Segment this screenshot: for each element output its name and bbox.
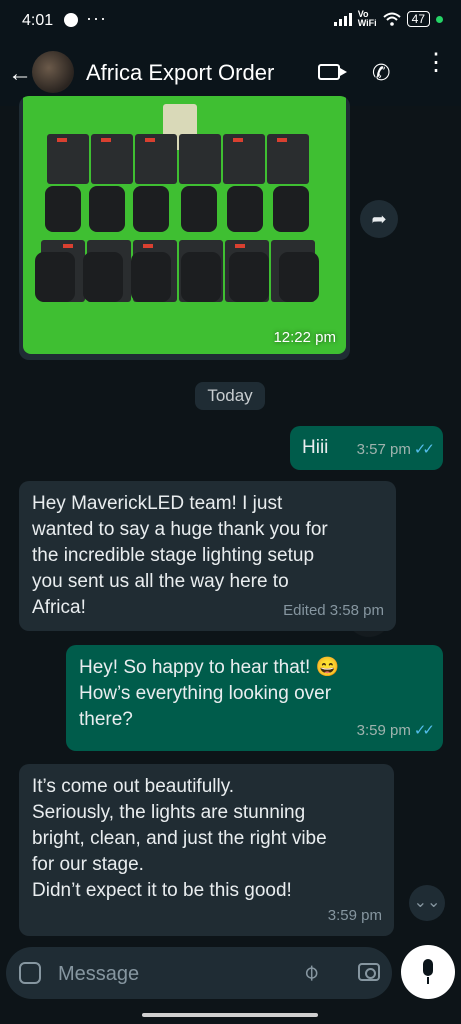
home-indicator[interactable] xyxy=(142,1013,318,1017)
incoming-message[interactable]: Hey MaverickLED team! I just wanted to s… xyxy=(19,481,396,631)
message-input[interactable] xyxy=(56,958,280,990)
emoji-icon[interactable] xyxy=(19,962,41,984)
forward-icon[interactable]: ➦ xyxy=(360,200,398,238)
status-time: 4:01 xyxy=(22,12,54,29)
vowifi-label: Vo WiFi xyxy=(357,9,377,28)
message-composer: ⌀ xyxy=(6,947,392,999)
message-time: 3:59 pm xyxy=(356,722,411,739)
mic-button[interactable] xyxy=(401,945,455,999)
back-arrow-icon[interactable]: ← xyxy=(8,60,32,88)
date-separator: Today xyxy=(195,382,265,410)
voice-call-icon[interactable]: ✆ xyxy=(372,60,390,86)
outgoing-message[interactable]: Hiii 3:57 pm ✓✓ xyxy=(290,426,443,470)
read-ticks-icon: ✓✓ xyxy=(413,722,435,739)
message-meta: 3:59 pm ✓✓ xyxy=(356,718,435,744)
image-message[interactable]: 12:22 pm xyxy=(19,96,350,360)
read-ticks-icon: ✓✓ xyxy=(413,441,435,458)
mic-icon xyxy=(423,959,433,976)
video-call-icon[interactable] xyxy=(318,64,347,80)
message-meta: 3:57 pm ✓✓ xyxy=(356,437,435,463)
message-text: It’s come out beautifully. Seriously, th… xyxy=(32,776,327,901)
menu-icon[interactable]: ⋮ xyxy=(424,51,448,75)
signal-icon xyxy=(333,12,352,26)
attach-icon[interactable]: ⌀ xyxy=(297,958,325,986)
message-time: 3:59 pm xyxy=(327,907,382,924)
more-notifications-icon: ··· xyxy=(86,8,107,28)
privacy-dot-icon xyxy=(436,15,443,23)
battery-indicator: 47 xyxy=(406,11,430,27)
status-icons: Vo WiFi 47 xyxy=(333,9,443,28)
wifi-icon xyxy=(382,12,401,26)
message-text: Hiii xyxy=(302,437,329,458)
status-bar: 4:01 ··· Vo WiFi 47 xyxy=(0,0,461,40)
product-photo[interactable]: 12:22 pm xyxy=(23,96,346,354)
camera-icon[interactable] xyxy=(358,963,380,981)
stage-lights-image xyxy=(35,104,319,302)
avatar[interactable] xyxy=(32,51,74,93)
image-timestamp: 12:22 pm xyxy=(273,329,336,346)
scroll-down-icon[interactable]: ⌄⌄ xyxy=(409,885,445,921)
incoming-message[interactable]: It’s come out beautifully. Seriously, th… xyxy=(19,764,394,936)
outgoing-message[interactable]: Hey! So happy to hear that! 😄 How’s ever… xyxy=(66,645,443,751)
facebook-notification-icon xyxy=(64,13,78,27)
chat-title[interactable]: Africa Export Order xyxy=(86,60,274,86)
message-time: 3:57 pm xyxy=(356,441,411,458)
message-time: Edited 3:58 pm xyxy=(283,602,384,619)
